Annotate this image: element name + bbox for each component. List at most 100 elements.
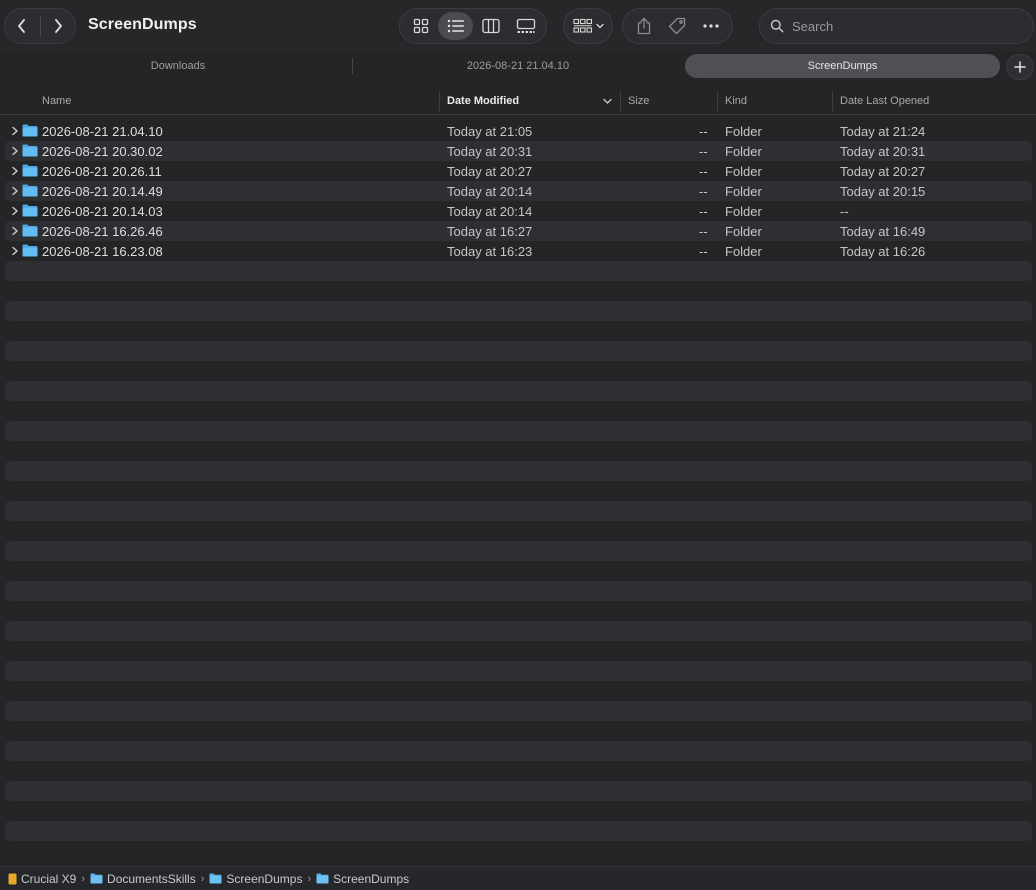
empty-row: [5, 361, 1032, 381]
disclosure-triangle-icon[interactable]: [10, 126, 20, 136]
empty-row: [5, 481, 1032, 501]
back-button[interactable]: [5, 9, 40, 43]
date-modified: Today at 16:27: [447, 224, 533, 239]
empty-row: [5, 741, 1032, 761]
folder-icon: [22, 244, 38, 257]
file-name: 2026-08-21 16.23.08: [42, 244, 163, 259]
file-name: 2026-08-21 20.14.03: [42, 204, 163, 219]
empty-row: [5, 321, 1032, 341]
empty-row: [5, 821, 1032, 841]
table-row[interactable]: 2026-08-21 16.26.46 Today at 16:27 -- Folde…: [5, 221, 1032, 241]
search-field[interactable]: [759, 8, 1034, 44]
empty-row: [5, 581, 1032, 601]
date-modified: Today at 20:14: [447, 204, 533, 219]
gallery-view-button[interactable]: [508, 12, 543, 40]
folder-icon: [209, 873, 222, 884]
file-kind: Folder: [725, 204, 762, 219]
column-view-button[interactable]: [473, 12, 508, 40]
tag-icon: [669, 17, 686, 35]
path-chevron-icon: ›: [307, 872, 312, 885]
column-header-size[interactable]: Size: [628, 95, 649, 107]
date-modified: Today at 21:05: [447, 124, 533, 139]
folder-icon: [316, 873, 329, 884]
empty-row: [5, 781, 1032, 801]
group-by-button[interactable]: [563, 8, 613, 44]
path-item-screendumps-parent[interactable]: ScreenDumps: [209, 872, 302, 886]
gallery-icon: [516, 18, 535, 33]
table-row[interactable]: 2026-08-21 21.04.10 Today at 21:05 -- Folde…: [5, 121, 1032, 141]
empty-row: [5, 281, 1032, 301]
file-name: 2026-08-21 20.14.49: [42, 184, 163, 199]
disclosure-triangle-icon[interactable]: [10, 186, 20, 196]
drive-icon: [8, 873, 17, 884]
forward-button[interactable]: [40, 9, 75, 43]
path-item-label: DocumentsSkills: [107, 871, 196, 886]
empty-row: [5, 761, 1032, 781]
disclosure-triangle-icon[interactable]: [10, 166, 20, 176]
column-header-kind[interactable]: Kind: [725, 95, 747, 107]
folder-icon: [22, 224, 38, 237]
column-divider[interactable]: [717, 91, 718, 111]
path-chevron-icon: ›: [200, 872, 205, 885]
column-divider[interactable]: [439, 91, 440, 111]
empty-row: [5, 701, 1032, 721]
path-bar: Crucial X9 › DocumentsSkills › ScreenDum…: [0, 866, 1036, 890]
tab-2026-08-21-21-04-10[interactable]: 2026-08-21 21.04.10: [353, 54, 683, 78]
empty-row: [5, 601, 1032, 621]
date-modified: Today at 16:23: [447, 244, 533, 259]
date-modified: Today at 20:27: [447, 164, 533, 179]
table-row[interactable]: 2026-08-21 20.14.03 Today at 20:14 -- Folde…: [5, 201, 1032, 221]
more-button[interactable]: [695, 11, 727, 41]
sort-descending-icon: [603, 98, 612, 104]
tab-screendumps[interactable]: ScreenDumps: [685, 54, 1000, 78]
date-last-opened: Today at 16:26: [840, 244, 926, 259]
view-mode-group: [399, 8, 547, 44]
file-kind: Folder: [725, 244, 762, 259]
disclosure-triangle-icon[interactable]: [10, 146, 20, 156]
file-name: 2026-08-21 16.26.46: [42, 224, 163, 239]
table-row[interactable]: 2026-08-21 16.23.08 Today at 16:23 -- Folde…: [5, 241, 1032, 261]
path-item-screendumps-current[interactable]: ScreenDumps: [316, 872, 409, 886]
date-modified: Today at 20:31: [447, 144, 533, 159]
icon-view-button[interactable]: [403, 12, 438, 40]
toolbar: ScreenDumps: [0, 0, 1036, 52]
navigation-group: [4, 8, 76, 44]
empty-row: [5, 541, 1032, 561]
path-item-crucial-x9[interactable]: Crucial X9: [8, 872, 76, 886]
table-row[interactable]: 2026-08-21 20.30.02 Today at 20:31 -- Folde…: [5, 141, 1032, 161]
plus-icon: [1014, 61, 1026, 73]
file-size: --: [699, 224, 708, 239]
search-input[interactable]: [792, 18, 1012, 34]
file-size: --: [699, 124, 708, 139]
disclosure-triangle-icon[interactable]: [10, 226, 20, 236]
table-row[interactable]: 2026-08-21 20.26.11 Today at 20:27 -- Folde…: [5, 161, 1032, 181]
date-last-opened: Today at 21:24: [840, 124, 926, 139]
search-icon: [770, 19, 784, 33]
disclosure-triangle-icon[interactable]: [10, 206, 20, 216]
column-divider[interactable]: [832, 91, 833, 111]
table-row[interactable]: 2026-08-21 20.14.49 Today at 20:14 -- Folde…: [5, 181, 1032, 201]
disclosure-triangle-icon[interactable]: [10, 246, 20, 256]
column-header-date-modified[interactable]: Date Modified: [447, 95, 519, 107]
folder-icon: [22, 204, 38, 217]
column-header-date-last-opened[interactable]: Date Last Opened: [840, 95, 929, 107]
list-icon: [447, 19, 464, 33]
folder-icon: [90, 873, 103, 884]
tab-downloads[interactable]: Downloads: [4, 54, 352, 78]
date-modified: Today at 20:14: [447, 184, 533, 199]
column-header-name[interactable]: Name: [42, 95, 71, 107]
empty-row: [5, 461, 1032, 481]
path-item-documentsskills[interactable]: DocumentsSkills: [90, 872, 196, 886]
list-view-button[interactable]: [438, 12, 473, 40]
empty-row: [5, 801, 1032, 821]
column-divider[interactable]: [620, 91, 621, 111]
tag-button[interactable]: [661, 11, 693, 41]
new-tab-button[interactable]: [1006, 54, 1034, 80]
date-last-opened: Today at 20:15: [840, 184, 926, 199]
share-button[interactable]: [628, 11, 660, 41]
share-icon: [637, 17, 650, 35]
empty-row: [5, 561, 1032, 581]
path-item-label: ScreenDumps: [226, 871, 303, 886]
empty-row: [5, 441, 1032, 461]
file-kind: Folder: [725, 164, 762, 179]
